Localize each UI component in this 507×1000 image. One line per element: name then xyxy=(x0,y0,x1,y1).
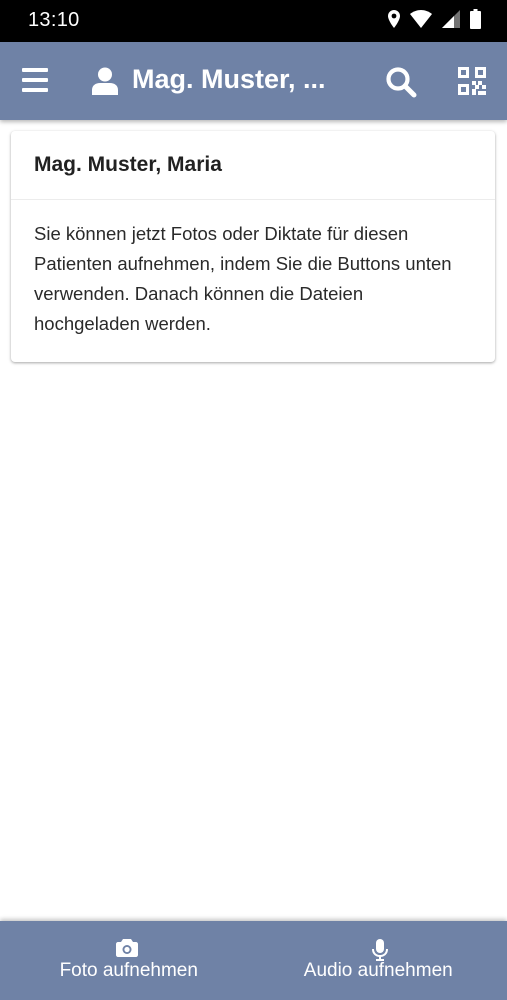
patient-card-header: Mag. Muster, Maria xyxy=(11,131,495,200)
app-screen: 13:10 Mag. Muster, ... Mag. Muster, Mari… xyxy=(0,0,507,1000)
location-icon xyxy=(388,9,400,33)
patient-card-message: Sie können jetzt Fotos oder Diktate für … xyxy=(34,223,452,334)
menu-icon-bar xyxy=(22,78,48,82)
menu-icon-bar xyxy=(22,68,48,72)
qr-scan-button[interactable] xyxy=(458,67,486,95)
signal-icon xyxy=(442,9,460,33)
record-audio-button[interactable]: Audio aufnehmen xyxy=(254,921,507,1000)
patient-name: Mag. Muster, Maria xyxy=(34,153,222,176)
app-bar: Mag. Muster, ... xyxy=(0,42,507,120)
battery-icon xyxy=(470,8,481,34)
take-photo-label: Foto aufnehmen xyxy=(59,960,198,981)
take-photo-button[interactable]: Foto aufnehmen xyxy=(0,921,254,1000)
status-time: 13:10 xyxy=(28,9,80,31)
menu-button[interactable] xyxy=(22,68,48,92)
status-icons xyxy=(388,8,481,34)
patient-card: Mag. Muster, Maria Sie können jetzt Foto… xyxy=(11,131,495,362)
camera-icon xyxy=(115,939,138,962)
menu-icon-bar xyxy=(22,88,48,92)
qr-code-icon xyxy=(458,67,486,99)
wifi-icon xyxy=(410,9,432,33)
search-icon xyxy=(385,67,417,102)
page-title: Mag. Muster, ... xyxy=(132,64,326,94)
status-bar: 13:10 xyxy=(0,0,507,42)
user-icon xyxy=(92,67,118,95)
record-audio-label: Audio aufnehmen xyxy=(303,960,453,981)
search-button[interactable] xyxy=(385,66,417,98)
bottom-action-bar: Foto aufnehmen Audio aufnehmen xyxy=(0,921,507,1000)
